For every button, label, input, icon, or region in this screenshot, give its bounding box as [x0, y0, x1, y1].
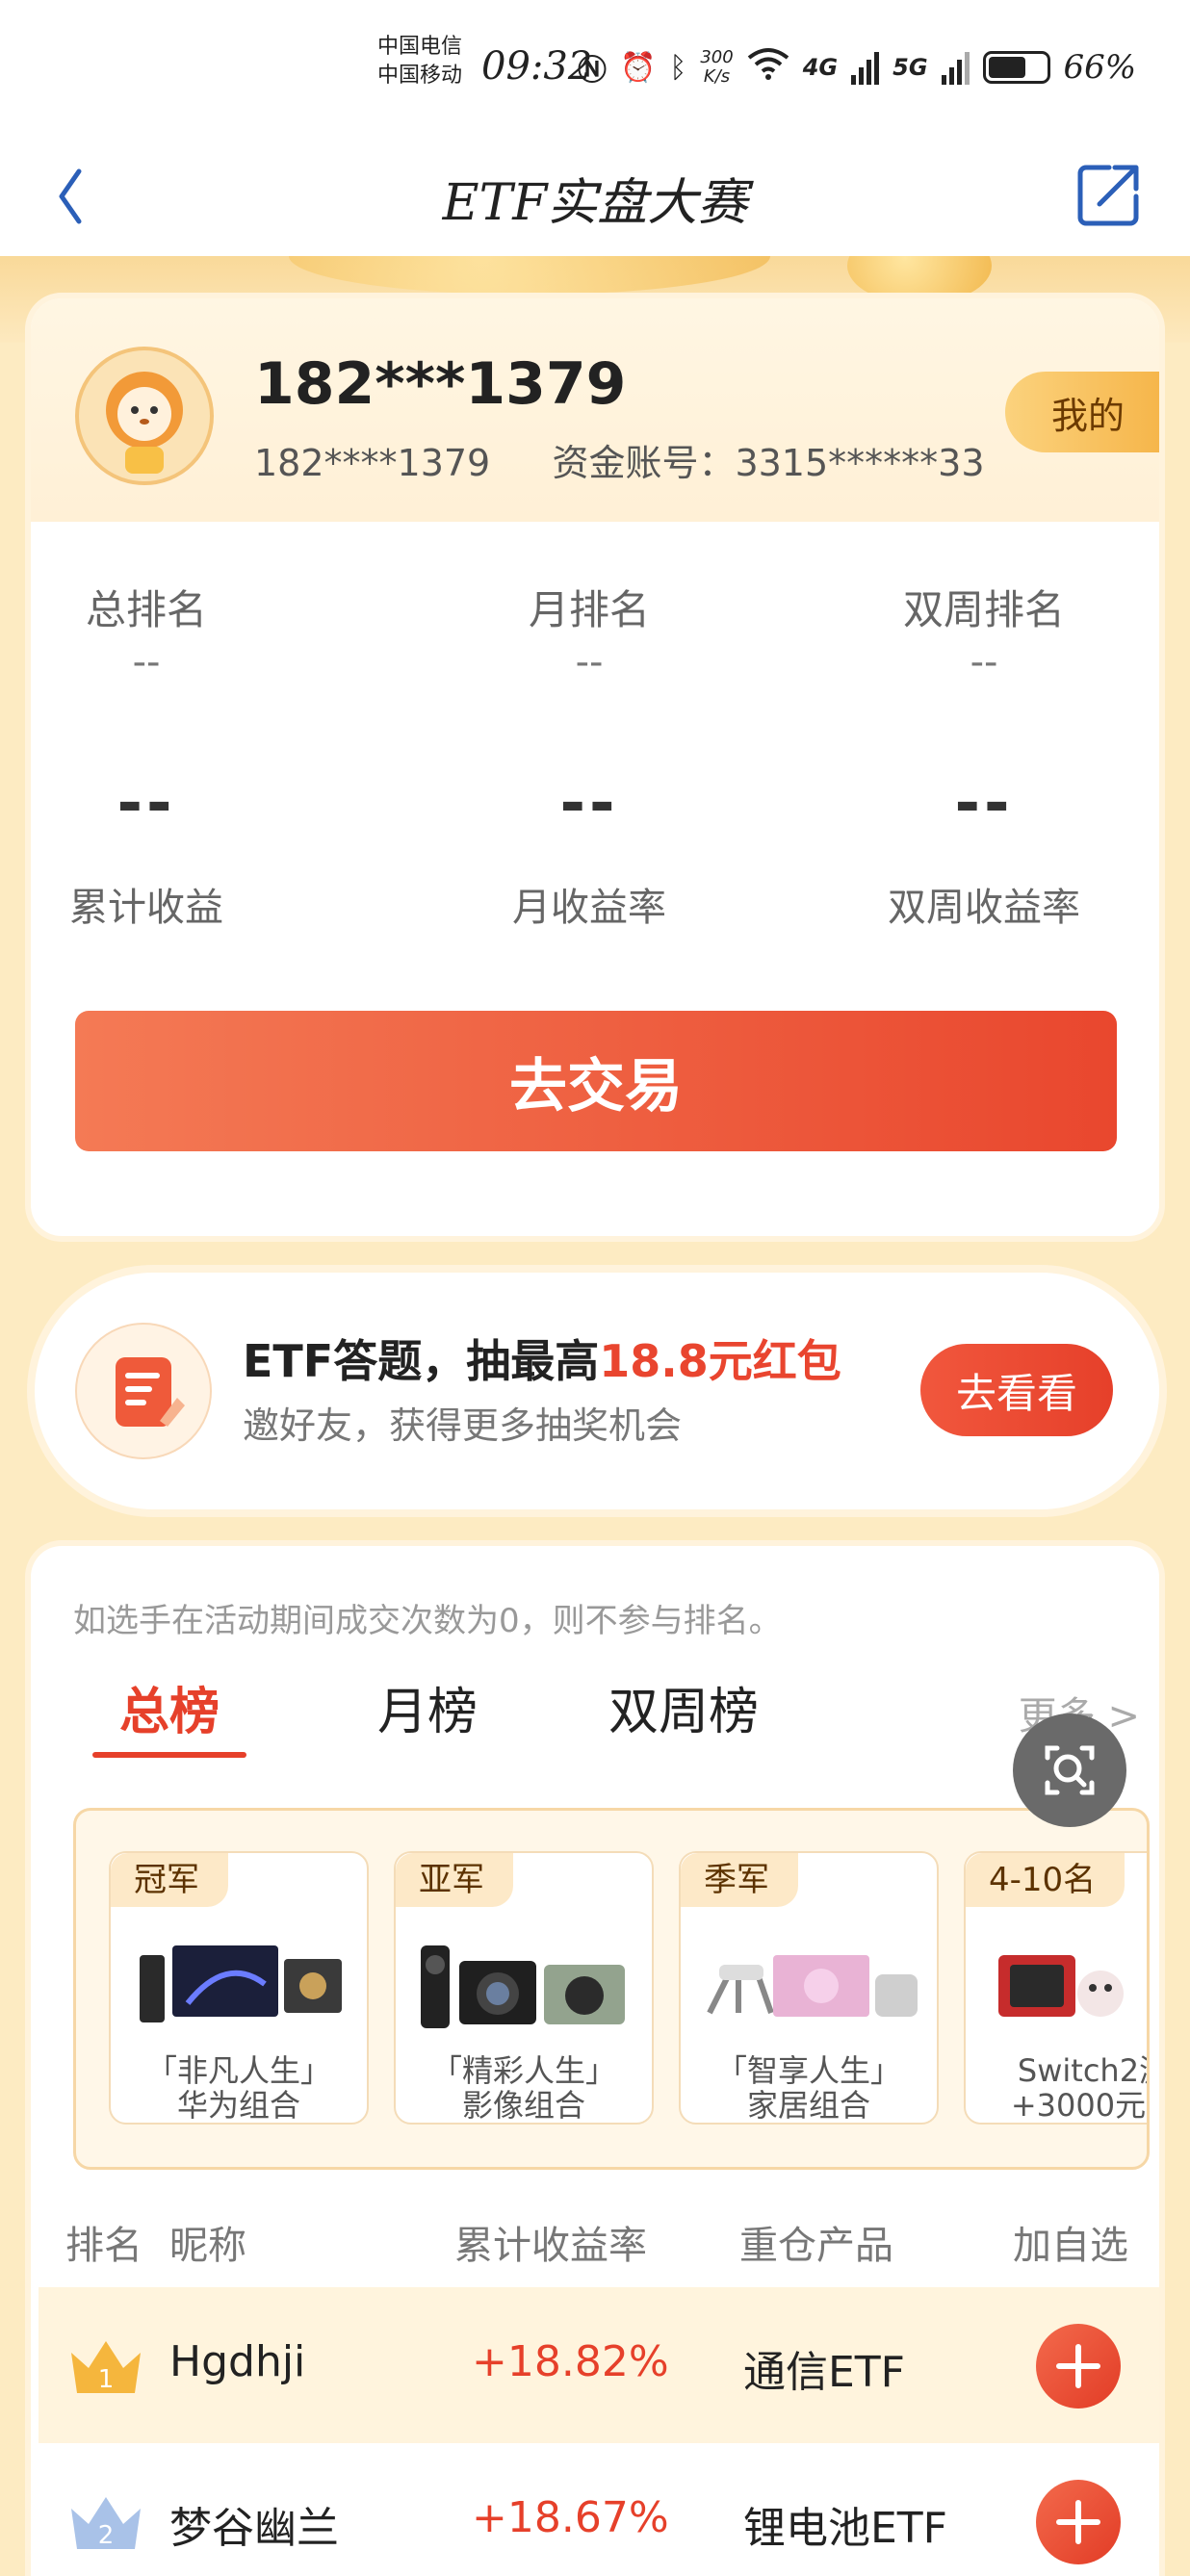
- prize-card-champion[interactable]: 冠军 「非凡人生」 华为组合: [109, 1851, 369, 2125]
- rank-monthly: 月排名 --: [528, 586, 650, 684]
- gold-crown-icon: 1: [71, 2341, 141, 2394]
- tab-total[interactable]: 总榜: [119, 1671, 220, 1743]
- table-row[interactable]: 2 梦谷幽兰 +18.67% 锂电池ETF: [39, 2443, 1159, 2576]
- coin-decoration: [847, 256, 992, 304]
- svg-text:1: 1: [98, 2365, 115, 2394]
- title-bar: ETF实盘大赛: [0, 135, 1190, 256]
- row-return: +18.82%: [472, 2337, 669, 2386]
- prize-name: 「精彩人生」 影像组合: [430, 2052, 616, 2124]
- rank-total: 总排名 --: [85, 586, 207, 684]
- rank-biweekly: 双周排名 --: [902, 586, 1065, 684]
- leaderboard-card: 如选手在活动期间成交次数为0，则不参与排名。 总榜 月榜 双周榜 更多 > 冠军…: [31, 1546, 1159, 2576]
- prize-tag: 4-10名: [966, 1853, 1125, 1907]
- prize-name: 「非凡人生」 华为组合: [145, 2052, 331, 2124]
- col-rank: 排名: [65, 2224, 142, 2268]
- user-account-info: 182****1379 资金账号：3315******33: [254, 433, 985, 486]
- carrier-labels: 中国电信 中国移动: [377, 33, 462, 90]
- plus-icon: [1056, 2500, 1100, 2544]
- avatar: [75, 347, 214, 485]
- prize-tag: 亚军: [396, 1853, 513, 1907]
- earn-total: -- 累计收益: [69, 768, 223, 930]
- quiz-highlight: 18.8元红包: [599, 1335, 841, 1387]
- prize-tag: 季军: [681, 1853, 798, 1907]
- carrier-1: 中国电信: [377, 35, 463, 59]
- user-name: 182***1379: [254, 350, 627, 418]
- signal-bars-1-icon: [851, 50, 880, 85]
- row-product: 锂电池ETF: [743, 2504, 947, 2553]
- battery-icon: [982, 51, 1050, 84]
- user-strip: 182***1379 182****1379 资金账号：3315******33…: [31, 298, 1159, 522]
- col-add-watchlist: 加自选: [1013, 2224, 1128, 2268]
- plus-icon: [1056, 2344, 1100, 2388]
- add-watchlist-button[interactable]: [1036, 2480, 1121, 2564]
- quiz-card[interactable]: ETF答题，抽最高18.8元红包 邀好友，获得更多抽奖机会 去看看: [35, 1273, 1159, 1509]
- silver-crown-icon: 2: [71, 2497, 141, 2550]
- leaderboard-notice: 如选手在活动期间成交次数为0，则不参与排名。: [73, 1602, 782, 1640]
- add-watchlist-button[interactable]: [1036, 2324, 1121, 2409]
- row-product: 通信ETF: [743, 2348, 905, 2397]
- scan-search-fab[interactable]: [1013, 1713, 1126, 1827]
- col-product: 重仓产品: [739, 2224, 893, 2268]
- active-tab-indicator: [92, 1752, 246, 1758]
- prize-card-4-10[interactable]: 4-10名 Switch2游 +3000元京: [964, 1851, 1147, 2125]
- prize-name: Switch2游 +3000元京: [1010, 2052, 1147, 2124]
- row-nickname: 梦谷幽兰: [169, 2504, 339, 2553]
- col-return: 累计收益率: [454, 2224, 647, 2268]
- network-type-1: 4G: [802, 54, 839, 81]
- user-phone: 182****1379: [254, 442, 491, 484]
- share-icon[interactable]: [1071, 156, 1148, 233]
- prize-card-third[interactable]: 季军 「智享人生」 家居组合: [679, 1851, 939, 2125]
- mine-button[interactable]: 我的: [1005, 372, 1159, 452]
- quiz-subtitle: 邀好友，获得更多抽奖机会: [243, 1404, 683, 1447]
- quiz-icon-wrap: [75, 1323, 212, 1459]
- earn-biweekly: -- 双周收益率: [888, 768, 1080, 930]
- quiz-title: ETF答题，抽最高18.8元红包: [243, 1335, 841, 1387]
- status-time: 09:32: [481, 44, 593, 89]
- camera-set-icon: [421, 1945, 625, 2028]
- signal-bars-2-icon: [941, 50, 970, 85]
- prize-carousel[interactable]: 冠军 「非凡人生」 华为组合 亚军 「精彩人生」 影像组合 季军 「智享人生」 …: [73, 1808, 1150, 2170]
- status-icons: Ⓝ ⏰ ᛒ 300 K/s 4G 5G 66%: [578, 39, 1136, 96]
- earn-monthly: -- 月收益率: [512, 768, 666, 930]
- net-speed: 300 K/s: [700, 47, 734, 87]
- page-title: ETF实盘大赛: [442, 174, 748, 232]
- battery-percent: 66%: [1063, 48, 1137, 87]
- table-header: 排名 昵称 累计收益率 重仓产品 加自选: [31, 2206, 1159, 2274]
- huawei-devices-icon: [140, 1945, 342, 2022]
- fund-account: 资金账号：3315******33: [552, 442, 985, 484]
- trade-button[interactable]: 去交易: [75, 1011, 1117, 1151]
- status-bar: 中国电信 中国移动 09:32 Ⓝ ⏰ ᛒ 300 K/s 4G 5G 66%: [0, 0, 1190, 135]
- svg-text:2: 2: [98, 2521, 115, 2550]
- prize-name: 「智享人生」 家居组合: [715, 2052, 901, 2124]
- tab-monthly[interactable]: 月榜: [377, 1671, 478, 1743]
- carrier-2: 中国移动: [377, 64, 463, 88]
- row-nickname: Hgdhji: [169, 2337, 306, 2386]
- tab-biweekly[interactable]: 双周榜: [608, 1671, 759, 1743]
- banner-decoration: [289, 256, 770, 295]
- wifi-icon: [747, 46, 789, 89]
- nfc-icon: Ⓝ: [578, 54, 607, 88]
- table-row[interactable]: 1 Hgdhji +18.82% 通信ETF: [39, 2287, 1159, 2443]
- prize-card-runner-up[interactable]: 亚军 「精彩人生」 影像组合: [394, 1851, 654, 2125]
- quiz-note-icon: [116, 1357, 185, 1427]
- alarm-icon: ⏰: [620, 50, 657, 85]
- scan-search-icon: [1045, 1745, 1095, 1795]
- go-look-button[interactable]: 去看看: [920, 1344, 1113, 1436]
- smart-home-icon: [707, 1955, 918, 2017]
- switch-console-icon: [998, 1955, 1124, 2017]
- network-type-2: 5G: [892, 54, 928, 81]
- prize-tag: 冠军: [111, 1853, 228, 1907]
- profile-card: 182***1379 182****1379 资金账号：3315******33…: [31, 298, 1159, 1236]
- row-return: +18.67%: [472, 2493, 669, 2542]
- bluetooth-icon: ᛒ: [669, 50, 687, 85]
- lion-avatar-icon: [106, 372, 183, 474]
- col-nickname: 昵称: [169, 2224, 246, 2268]
